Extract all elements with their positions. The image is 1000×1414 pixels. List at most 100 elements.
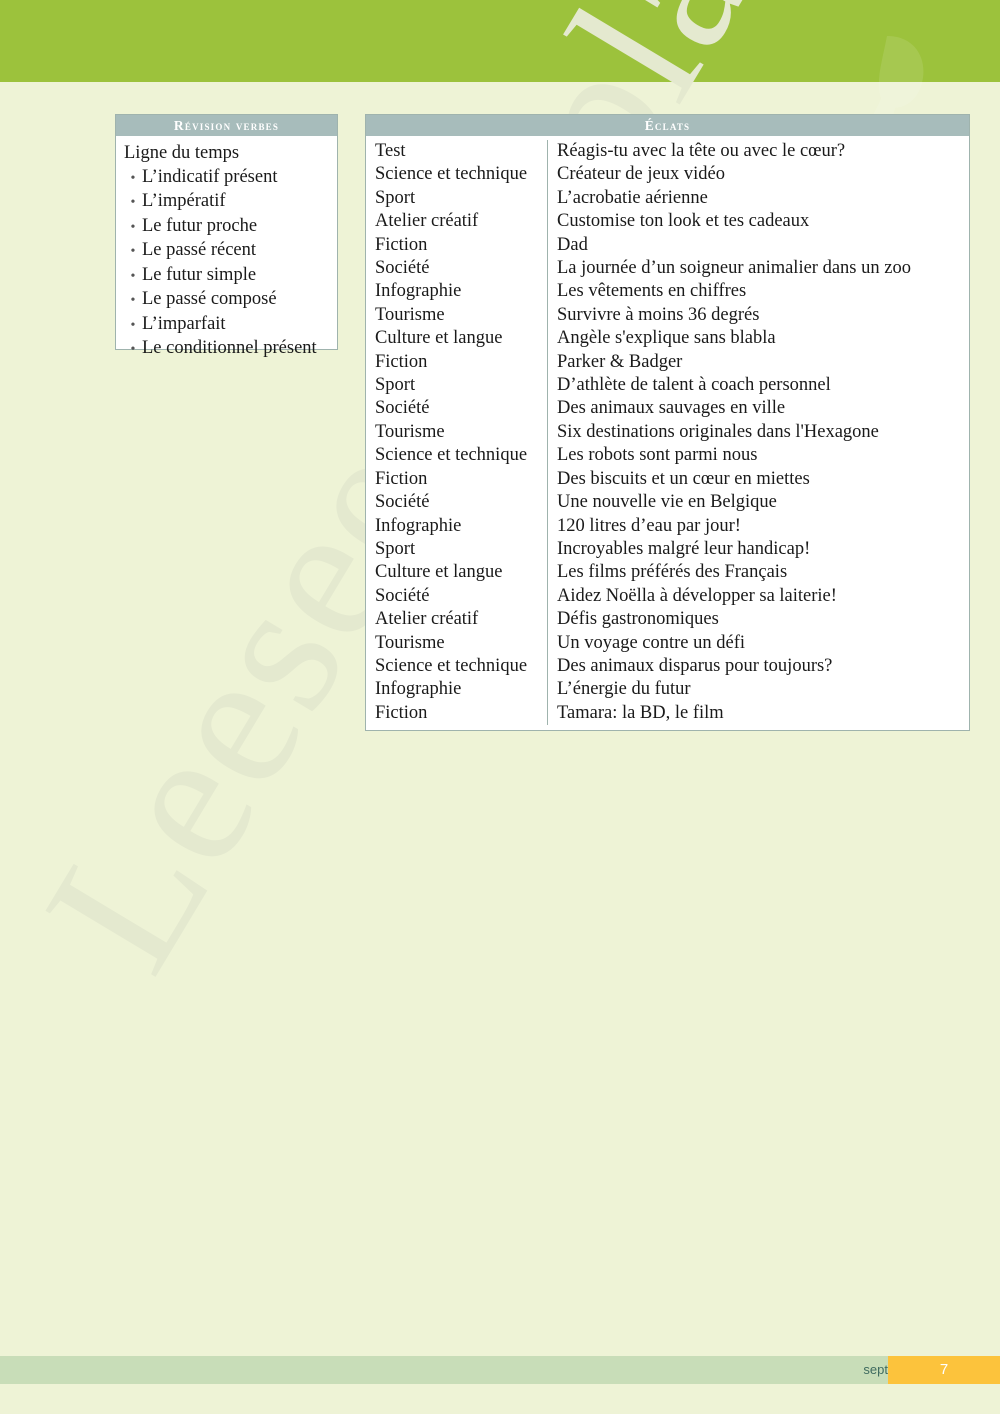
list-item: • Le futur proche: [116, 215, 337, 240]
table-cell-title: Les films préférés des Français: [557, 562, 788, 583]
table-cell-title: L’énergie du futur: [557, 679, 691, 700]
table-cell-title: Créateur de jeux vidéo: [557, 164, 725, 185]
bullet-icon: •: [130, 268, 136, 284]
bullet-icon: •: [130, 293, 136, 308]
table-cell-title: Réagis-tu avec la tête ou avec le cœur?: [557, 141, 846, 161]
table-row: Science et technique Des animaux disparus…: [366, 654, 969, 679]
bullet-icon: •: [130, 219, 136, 235]
table-cell-category: Sport: [366, 186, 548, 211]
table-cell-category: Science et technique: [366, 444, 548, 468]
table-row: Atelier créatif Défis gastronomiques: [366, 608, 969, 632]
list-item-label: L’indicatif présent: [142, 166, 278, 187]
table-cell-category: Science et technique: [366, 654, 548, 679]
list-item: • L’impératif: [116, 190, 337, 215]
list-item: • L’indicatif présent: [116, 166, 337, 191]
table-cell-category: Atelier créatif: [366, 210, 548, 234]
footer-page-word: sept: [863, 1362, 888, 1377]
table-row: Fiction Dad: [366, 233, 969, 258]
list-item-label: Le passé récent: [142, 240, 257, 260]
revision-verbes-table-body: Ligne du temps • L’indicatif présent • L’i…: [116, 136, 337, 362]
table-row: Tourisme Survivre à moins 36 degrés: [366, 303, 969, 328]
table-cell-category: Infographie: [366, 280, 548, 304]
table-row: Tourisme Six destinations originales dans…: [366, 420, 969, 445]
table-cell-category: Société: [366, 584, 548, 609]
table-cell-category: Fiction: [366, 233, 548, 258]
table-row: Société Aidez Noëlla à développer sa lait…: [366, 584, 969, 609]
list-item-label: L’imparfait: [142, 313, 226, 334]
table-cell-category: Fiction: [366, 701, 548, 726]
table-row: Fiction Des biscuits et un cœur en miette…: [366, 467, 969, 492]
table-cell-title: Incroyables malgré leur handicap!: [557, 538, 811, 559]
table-cell-title: Aidez Noëlla à développer sa laiterie!: [557, 585, 837, 606]
table-cell-title: Des animaux sauvages en ville: [557, 398, 786, 419]
table-row: Test Réagis-tu avec la tête ou avec le cœ…: [366, 140, 969, 164]
table-cell-category: Tourisme: [366, 631, 548, 655]
table-cell-category: Culture et langue: [366, 561, 548, 585]
table-cell-title: Les vêtements en chiffres: [557, 281, 747, 302]
table-cell-title: Parker & Badger: [557, 351, 683, 372]
table-row: Sport D’athlète de talent à coach personn…: [366, 374, 969, 398]
list-item: • Le conditionnel présent: [116, 337, 337, 362]
table-cell-title: Défis gastronomiques: [557, 609, 719, 630]
table-cell-title: Six destinations originales dans l'Hexag…: [557, 421, 879, 442]
table-cell-category: Fiction: [366, 350, 548, 375]
bullet-icon: •: [130, 342, 136, 357]
eclats-table: Éclats Test Réagis-tu avec la tête ou ave…: [365, 114, 970, 731]
table-cell-title: D’athlète de talent à coach personnel: [557, 375, 831, 396]
table-row: Fiction Tamara: la BD, le film: [366, 701, 969, 726]
table-row: Fiction Parker & Badger: [366, 350, 969, 375]
list-item-label: Le futur simple: [142, 264, 257, 285]
table-cell-category: Société: [366, 491, 548, 515]
revision-verbes-lead: Ligne du temps: [124, 143, 240, 163]
table-cell-category: Atelier créatif: [366, 608, 548, 632]
revision-verbes-table: Révision verbes Ligne du temps • L’indica…: [115, 114, 338, 358]
table-cell-category: Infographie: [366, 678, 548, 702]
table-row: Infographie Les vêtements en chiffres: [366, 280, 969, 304]
table-cell-title: La journée d’un soigneur animalier dans …: [557, 258, 911, 279]
table-row: Science et technique Les robots sont parm…: [366, 444, 969, 468]
table-row: Atelier créatif Customise ton look et tes…: [366, 210, 969, 234]
table-row: Infographie 120 litres d’eau par jour!: [366, 514, 969, 538]
table-cell-title: Des biscuits et un cœur en miettes: [557, 468, 810, 489]
bullet-icon: •: [130, 317, 136, 333]
table-row: Société Une nouvelle vie en Belgique: [366, 491, 969, 515]
table-row: Société Des animaux sauvages en ville: [366, 397, 969, 421]
table-cell-title: Une nouvelle vie en Belgique: [557, 492, 777, 513]
revision-verbes-table-header: Révision verbes: [116, 115, 337, 136]
footer-page-number: 7: [888, 1356, 1000, 1384]
table-cell-category: Science et technique: [366, 163, 548, 187]
table-row: Science et technique Créateur de jeux vid…: [366, 163, 969, 187]
table-cell-title: Un voyage contre un défi: [557, 632, 746, 653]
table-cell-title: Dad: [557, 234, 588, 255]
table-row: Culture et langue Les films préférés des …: [366, 561, 969, 585]
list-item-label: Le futur proche: [142, 215, 258, 236]
eclats-table-body: Test Réagis-tu avec la tête ou avec le cœ…: [366, 136, 969, 726]
table-cell-category: Tourisme: [366, 303, 548, 328]
revision-verbes-list: • L’indicatif présent • L’impératif • Le fu…: [116, 166, 337, 362]
list-item-label: Le passé composé: [142, 289, 277, 309]
table-cell-category: Sport: [366, 537, 548, 562]
table-cell-category: Société: [366, 257, 548, 281]
table-cell-category: Société: [366, 397, 548, 421]
table-cell-category: Infographie: [366, 514, 548, 538]
table-row: Sport Incroyables malgré leur handicap!: [366, 537, 969, 562]
table-row: Tourisme Un voyage contre un défi: [366, 631, 969, 655]
table-cell-title: Survivre à moins 36 degrés: [557, 304, 760, 325]
eclats-table-header: Éclats: [366, 115, 969, 136]
list-item: • Le passé récent: [116, 239, 337, 264]
table-cell-title: L’acrobatie aérienne: [557, 187, 708, 208]
list-item: • Le passé composé: [116, 288, 337, 313]
table-row: Infographie L’énergie du futur: [366, 678, 969, 702]
table-cell-category: Sport: [366, 374, 548, 398]
table-cell-title: 120 litres d’eau par jour!: [557, 515, 741, 536]
table-row: Culture et langue Angèle s'explique sans …: [366, 327, 969, 351]
list-item-label: Le conditionnel présent: [142, 338, 317, 358]
bullet-icon: •: [130, 244, 136, 259]
bullet-icon: •: [130, 195, 136, 210]
table-cell-title: Customise ton look et tes cadeaux: [557, 211, 810, 232]
table-row: Sport L’acrobatie aérienne: [366, 186, 969, 211]
table-cell-title: Tamara: la BD, le film: [557, 702, 724, 723]
table-cell-category: Test: [366, 140, 548, 164]
table-cell-title: Les robots sont parmi nous: [557, 445, 758, 466]
table-cell-category: Fiction: [366, 467, 548, 492]
